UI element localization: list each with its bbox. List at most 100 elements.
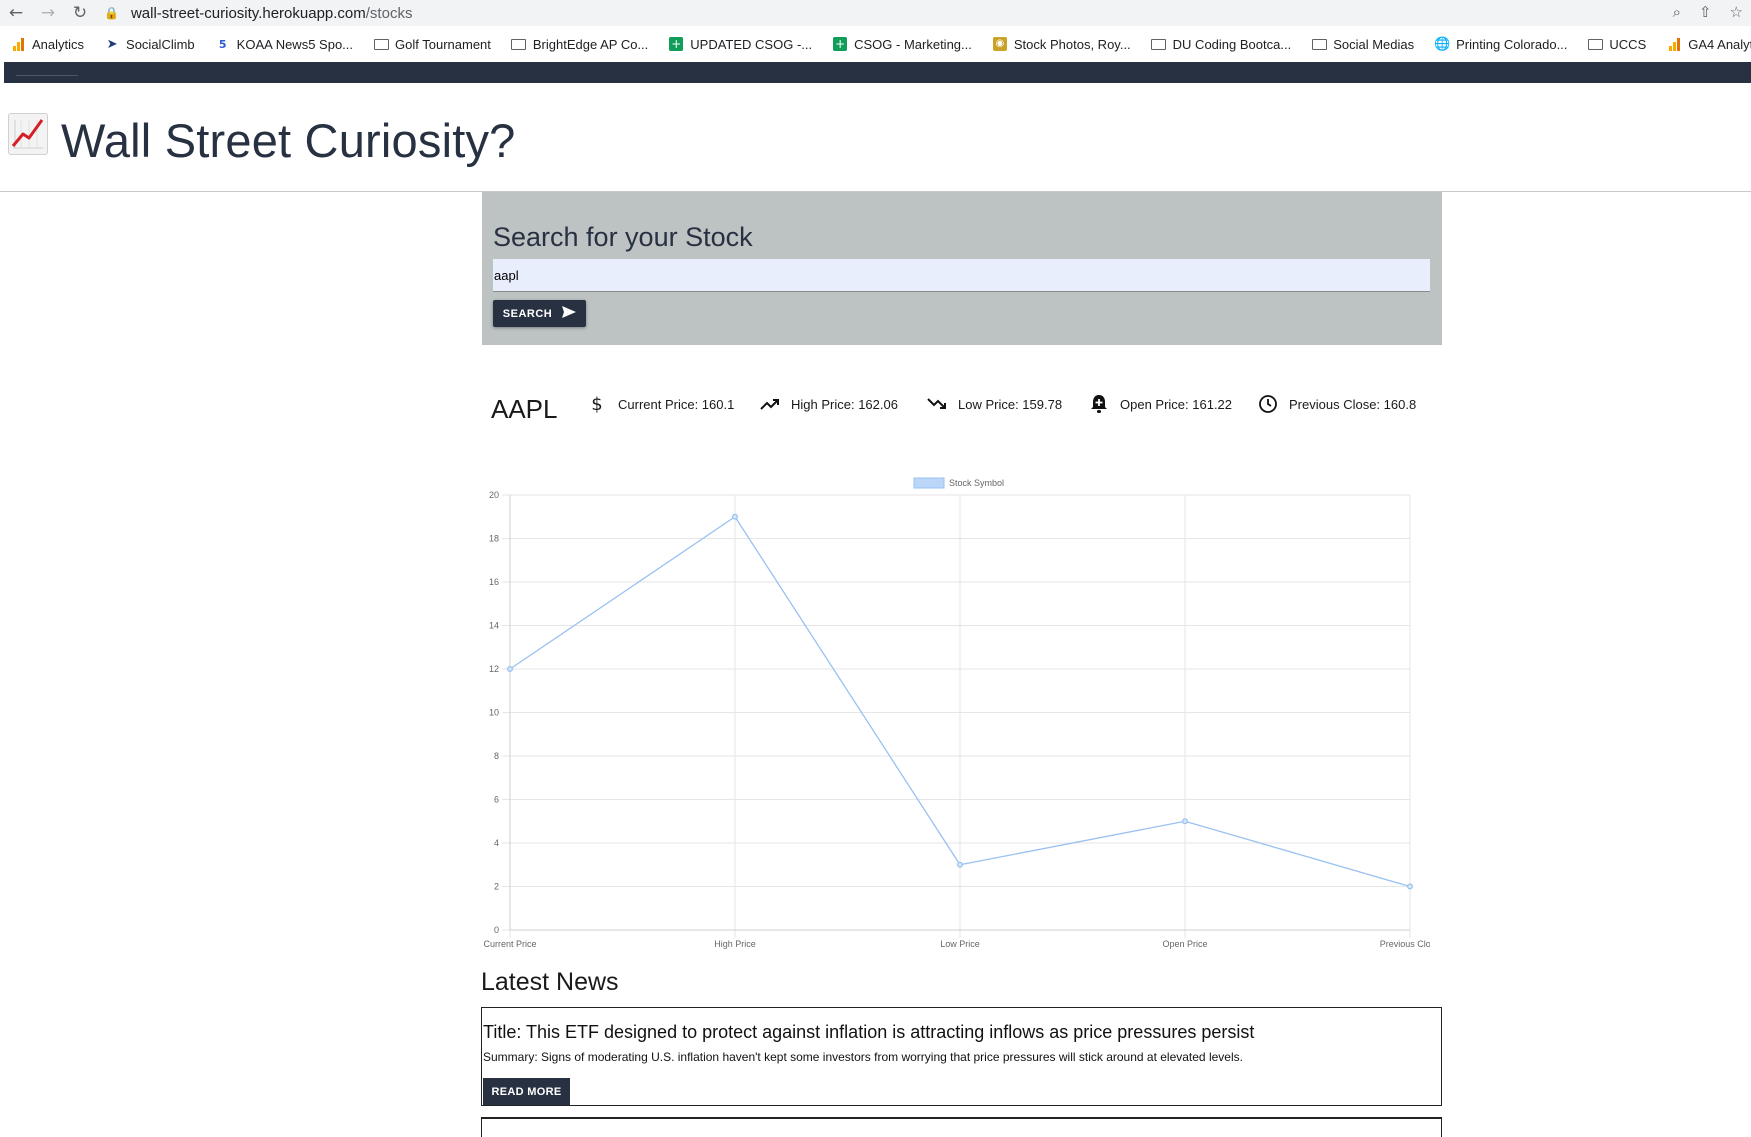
share-icon[interactable]: ⇧: [1699, 3, 1712, 21]
bookmark-star-icon[interactable]: ☆: [1730, 3, 1743, 21]
y-tick-label: 20: [489, 490, 499, 500]
search-button[interactable]: SEARCH: [493, 300, 586, 327]
x-tick-label: Low Price: [940, 939, 980, 949]
news-heading: Latest News: [481, 968, 619, 996]
y-tick-label: 8: [494, 751, 499, 761]
y-tick-label: 14: [489, 621, 499, 631]
bookmark-item[interactable]: BrightEdge AP Co...: [501, 26, 658, 62]
open-price: Open Price: 161.22: [1120, 396, 1233, 412]
high-price: High Price: 162.06: [791, 396, 898, 412]
bookmark-label: Golf Tournament: [395, 36, 491, 52]
x-tick-label: Open Price: [1162, 939, 1207, 949]
zoom-icon[interactable]: ⌕: [1673, 3, 1681, 21]
price-chart: 0 2 4 6 8 10 12 14 16 18 20 Current Price High Price…: [470, 470, 1440, 955]
address-bar[interactable]: wall-street-curiosity.herokuapp.com/stoc…: [131, 5, 413, 22]
forward-icon[interactable]: →: [32, 3, 64, 23]
back-icon[interactable]: ←: [0, 3, 32, 23]
bookmark-item[interactable]: + CSOG - Marketing...: [822, 26, 982, 62]
legend-label: Stock Symbol: [949, 478, 1004, 488]
search-button-label: SEARCH: [502, 307, 553, 320]
folder-icon: [373, 36, 389, 52]
data-point: [732, 513, 739, 520]
previous-close: Previous Close: 160.8: [1289, 396, 1417, 412]
bookmark-label: SocialClimb: [126, 36, 195, 52]
current-price-stat: $ Current Price: 160.1: [586, 393, 734, 415]
bookmark-item[interactable]: Analytics: [0, 26, 94, 62]
bookmark-item[interactable]: UCCS: [1577, 26, 1656, 62]
bookmark-label: KOAA News5 Spo...: [236, 36, 354, 52]
sheets-icon: +: [669, 37, 684, 51]
y-tick-label: 0: [494, 925, 499, 935]
bookmark-item[interactable]: ◉ Stock Photos, Roy...: [982, 26, 1141, 62]
low-price-stat: Low Price: 159.78: [926, 393, 1062, 415]
data-point: [1181, 818, 1188, 825]
bookmark-label: Social Medias: [1333, 36, 1415, 52]
url-host: wall-street-curiosity.herokuapp.com: [130, 4, 366, 22]
reload-icon[interactable]: ↻: [64, 3, 96, 23]
bookmark-item[interactable]: Social Medias: [1301, 26, 1424, 62]
line-chart: 0 2 4 6 8 10 12 14 16 18 20 Current Price High Price…: [483, 477, 1440, 949]
bookmark-label: DU Coding Bootca...: [1172, 36, 1292, 52]
y-tick-label: 10: [489, 708, 499, 718]
previous-close-stat: Previous Close: 160.8: [1257, 393, 1416, 415]
chart-increasing-icon: [8, 113, 48, 155]
bookmark-label: GA4 Analytics | Re...: [1688, 36, 1751, 52]
stock-photos-icon: ◉: [992, 36, 1008, 52]
bookmarks-bar: Analytics ➤ SocialClimb 5 KOAA News5 Spo..…: [0, 26, 1751, 62]
bookmark-item[interactable]: DU Coding Bootca...: [1141, 26, 1302, 62]
koaa-icon: 5: [218, 37, 227, 51]
folder-icon: [1311, 36, 1327, 52]
globe-icon: 🌐: [1434, 36, 1451, 52]
bookmark-label: UCCS: [1609, 36, 1647, 52]
sheets-icon: +: [833, 37, 848, 51]
search-panel: Search for your Stock SEARCH: [482, 192, 1442, 345]
low-price: Low Price: 159.78: [958, 396, 1063, 412]
data-point: [1406, 883, 1413, 890]
y-tick-label: 2: [494, 882, 499, 892]
top-navbar: [4, 62, 1751, 83]
high-price-stat: High Price: 162.06: [759, 393, 898, 415]
bookmark-label: UPDATED CSOG -...: [690, 36, 813, 52]
bookmark-label: Stock Photos, Roy...: [1013, 36, 1131, 52]
bookmark-item[interactable]: ➤ SocialClimb: [94, 26, 205, 62]
data-point: [957, 861, 964, 868]
url-path: /stocks: [365, 4, 413, 22]
bookmark-item[interactable]: + UPDATED CSOG -...: [658, 26, 822, 62]
page-title: Wall Street Curiosity?: [61, 114, 516, 167]
news-card: [481, 1117, 1442, 1137]
stock-search-input[interactable]: [493, 259, 1430, 292]
site-header: Wall Street Curiosity?: [0, 83, 1751, 192]
news-title: Title: This ETF designed to protect agai…: [483, 1022, 1255, 1042]
socialclimb-icon: ➤: [106, 36, 118, 52]
trending-up-icon: [759, 393, 781, 415]
bookmark-label: BrightEdge AP Co...: [532, 36, 649, 52]
current-price: Current Price: 160.1: [618, 396, 735, 412]
bookmark-item[interactable]: 5 KOAA News5 Spo...: [205, 26, 363, 62]
bookmark-item[interactable]: 🌐 Printing Colorado...: [1424, 26, 1577, 62]
legend-swatch: [913, 477, 945, 489]
bookmark-item[interactable]: Golf Tournament: [363, 26, 501, 62]
y-tick-label: 6: [494, 795, 499, 805]
y-tick-label: 18: [489, 534, 499, 544]
analytics-icon: [10, 36, 26, 52]
data-point: [506, 666, 513, 673]
y-tick-label: 16: [489, 577, 499, 587]
open-price-stat: Open Price: 161.22: [1088, 393, 1232, 415]
y-tick-label: 4: [494, 838, 499, 848]
read-more-button[interactable]: READ MORE: [483, 1078, 570, 1105]
x-tick-label: Current Price: [483, 939, 536, 949]
send-icon: [562, 306, 577, 321]
bookmark-label: Analytics: [32, 36, 85, 52]
x-tick-label: High Price: [714, 939, 756, 949]
folder-icon: [511, 36, 527, 52]
news-card: Title: This ETF designed to protect agai…: [481, 1007, 1442, 1106]
browser-toolbar: ← → ↻ 🔒 wall-street-curiosity.herokuapp.…: [0, 0, 1751, 26]
lock-icon[interactable]: 🔒: [104, 6, 119, 20]
clock-icon: [1257, 393, 1279, 415]
bookmark-item[interactable]: GA4 Analytics | Re...: [1656, 26, 1751, 62]
nav-link-underline[interactable]: [16, 75, 78, 76]
bookmark-label: Printing Colorado...: [1456, 36, 1568, 52]
stock-symbol: AAPL: [491, 394, 558, 424]
folder-icon: [1151, 36, 1167, 52]
bookmark-label: CSOG - Marketing...: [854, 36, 972, 52]
